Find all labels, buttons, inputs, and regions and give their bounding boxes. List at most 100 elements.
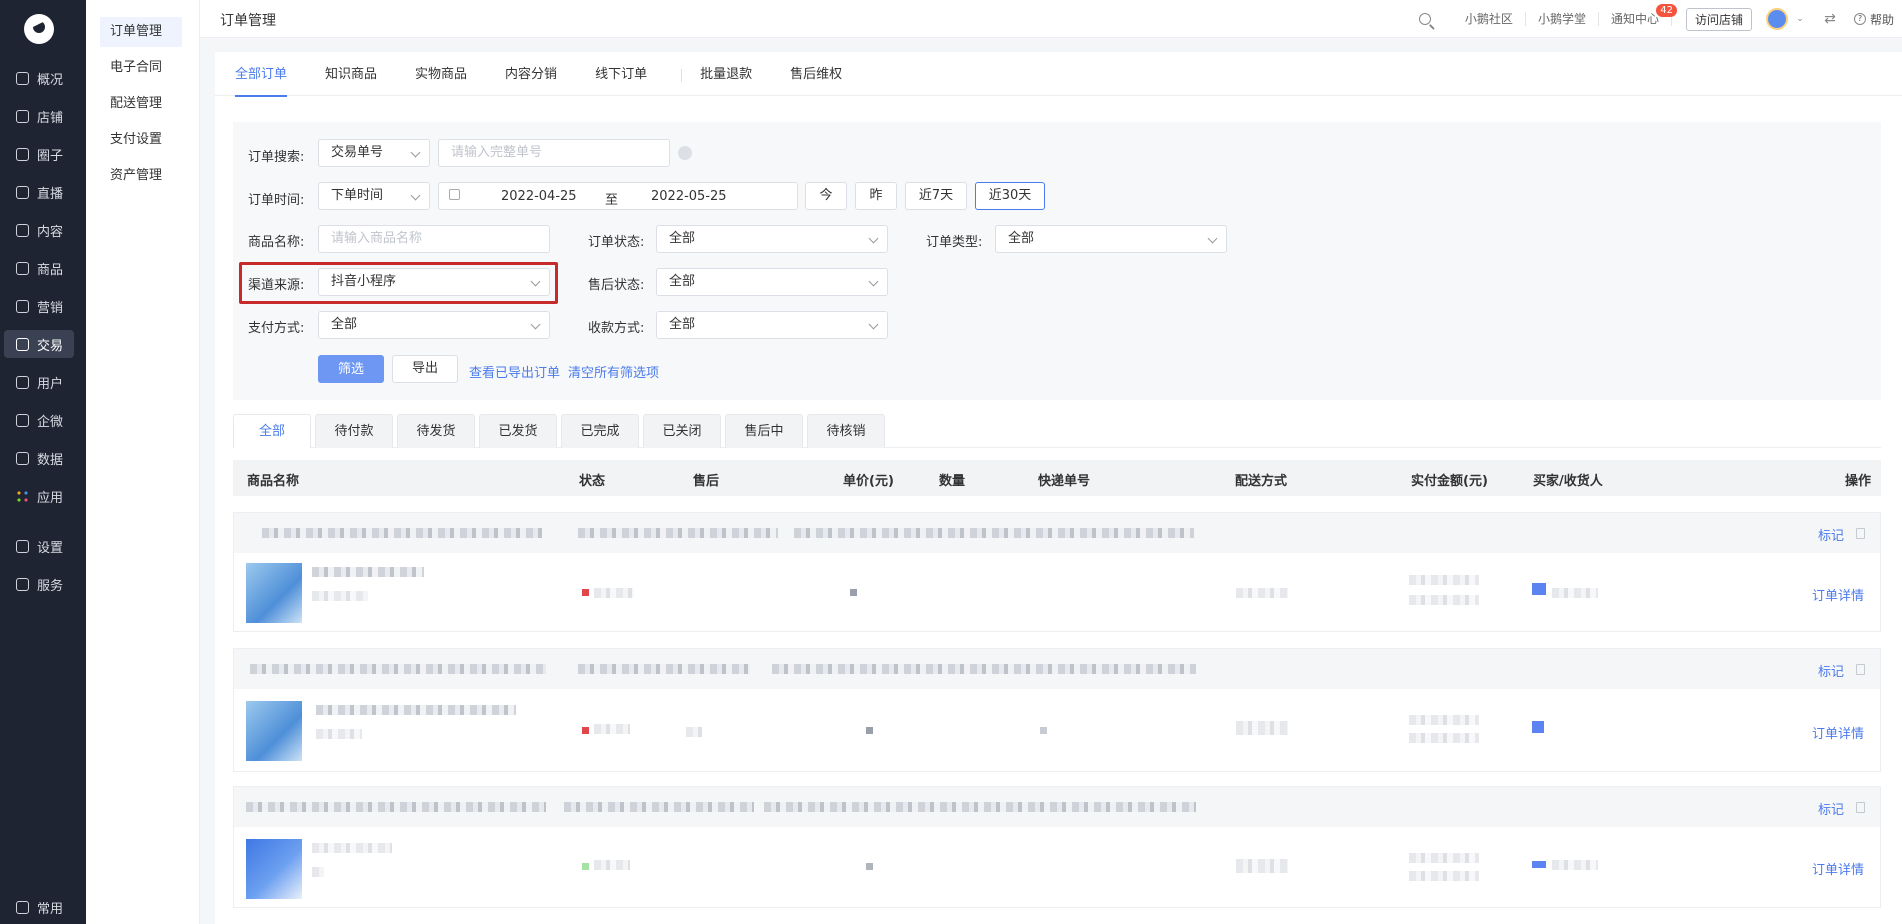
time-type-select[interactable]: 下单时间	[318, 182, 430, 210]
mark-button[interactable]: 标记	[1818, 525, 1844, 544]
chevron-down-icon[interactable]: ⌄	[1790, 9, 1810, 29]
aftersale-status-select[interactable]: 全部	[656, 268, 888, 296]
service-icon	[16, 577, 29, 591]
school-link[interactable]: 小鹅学堂	[1526, 12, 1599, 26]
blurred-text	[1552, 588, 1598, 598]
sidebar-item-content[interactable]: 内容	[4, 216, 74, 244]
top-bar: 订单管理 小鹅社区 小鹅学堂 通知中心 42 访问店铺 ⌄ ⇄ ? 帮助	[200, 0, 1902, 38]
aftersale-status-label: 售后状态:	[588, 278, 645, 293]
blurred-text	[866, 863, 873, 870]
sidebar-item-overview[interactable]: 概况	[4, 64, 74, 92]
pay-method-select[interactable]: 全部	[318, 311, 550, 339]
subnav-item-order-management[interactable]: 订单管理	[100, 17, 182, 47]
time-type-value: 下单时间	[331, 188, 384, 203]
sidebar-item-wecom[interactable]: 企微	[4, 406, 74, 434]
sidebar-item-data[interactable]: 数据	[4, 444, 74, 472]
collect-method-select[interactable]: 全部	[656, 311, 888, 339]
quick-7days-button[interactable]: 近7天	[905, 182, 967, 210]
tab-all-orders[interactable]: 全部订单	[235, 52, 303, 97]
notice-center-label: 通知中心	[1610, 12, 1659, 26]
date-range-picker[interactable]: 2022-04-25 至 2022-05-25	[438, 182, 798, 210]
quick-yesterday-button[interactable]: 昨	[855, 182, 897, 210]
tab-divider	[681, 69, 683, 82]
order-detail-link[interactable]: 订单详情	[1812, 585, 1864, 604]
clear-filters-link[interactable]: 清空所有筛选项	[568, 362, 659, 381]
status-tab-shipped[interactable]: 已发货	[479, 414, 557, 448]
search-type-select[interactable]: 交易单号	[318, 139, 430, 167]
logo-icon[interactable]	[24, 14, 54, 44]
sidebar-item-marketing[interactable]: 营销	[4, 292, 74, 320]
order-detail-link[interactable]: 订单详情	[1812, 859, 1864, 878]
menu-list-icon	[16, 900, 29, 914]
sidebar-item-product[interactable]: 商品	[4, 254, 74, 282]
col-status: 状态	[579, 474, 606, 489]
tab-knowledge-products[interactable]: 知识商品	[325, 52, 393, 96]
view-exported-link[interactable]: 查看已导出订单	[469, 362, 560, 381]
sidebar-item-apps[interactable]: 应用	[4, 482, 74, 510]
sidebar-item-user[interactable]: 用户	[4, 368, 74, 396]
col-buyer: 买家/收货人	[1533, 474, 1603, 489]
product-name-input[interactable]: 请输入商品名称	[318, 225, 550, 253]
blurred-text	[1552, 860, 1598, 870]
blurred-text	[772, 664, 1196, 674]
order-status-select[interactable]: 全部	[656, 225, 888, 253]
status-tab-completed[interactable]: 已完成	[561, 414, 639, 448]
status-tab-closed[interactable]: 已关闭	[643, 414, 721, 448]
sidebar-item-circle[interactable]: 圈子	[4, 140, 74, 168]
search-icon[interactable]	[1415, 9, 1435, 29]
switch-icon[interactable]: ⇄	[1820, 9, 1840, 29]
status-tab-pending-verify[interactable]: 待核销	[807, 414, 885, 448]
sidebar-item-label: 营销	[37, 300, 64, 316]
status-tab-pending-payment[interactable]: 待付款	[315, 414, 393, 448]
sidebar-item-live[interactable]: 直播	[4, 178, 74, 206]
flag-icon[interactable]	[1856, 802, 1865, 813]
blurred-text	[866, 727, 873, 734]
pay-method-value: 全部	[331, 317, 358, 332]
mark-button[interactable]: 标记	[1818, 799, 1844, 818]
community-link[interactable]: 小鹅社区	[1453, 12, 1526, 26]
blurred-text	[850, 589, 857, 596]
quick-today-button[interactable]: 今	[805, 182, 847, 210]
top-right-actions: 小鹅社区 小鹅学堂 通知中心 42 访问店铺 ⌄ ⇄ ? 帮助	[1415, 0, 1902, 38]
blurred-text	[578, 664, 750, 674]
sidebar-item-settings[interactable]: 设置	[4, 532, 74, 560]
sidebar-item-label: 商品	[37, 262, 64, 278]
order-status-label: 订单状态:	[588, 235, 645, 250]
product-thumbnail	[246, 563, 302, 623]
tab-offline-orders[interactable]: 线下订单	[595, 52, 663, 96]
order-detail-link[interactable]: 订单详情	[1812, 723, 1864, 742]
sidebar-item-store[interactable]: 店铺	[4, 102, 74, 130]
flag-icon[interactable]	[1856, 528, 1865, 539]
secondary-sidebar: 订单管理 电子合同 配送管理 支付设置 资产管理	[86, 0, 200, 924]
sidebar-item-trade[interactable]: 交易	[4, 330, 74, 358]
visit-store-button[interactable]: 访问店铺	[1685, 7, 1752, 31]
order-number-input[interactable]: 请输入完整单号	[438, 139, 670, 167]
export-button[interactable]: 导出	[392, 355, 458, 383]
notice-center-link[interactable]: 通知中心 42	[1599, 4, 1677, 26]
quick-30days-button[interactable]: 近30天	[975, 182, 1045, 210]
sidebar-item-label: 店铺	[37, 110, 64, 126]
status-tab-all[interactable]: 全部	[233, 414, 311, 448]
chevron-down-icon	[868, 276, 879, 287]
order-type-select[interactable]: 全部	[995, 225, 1227, 253]
tab-batch-refund[interactable]: 批量退款	[700, 52, 768, 96]
flag-icon[interactable]	[1856, 664, 1865, 675]
apps-icon	[16, 489, 29, 503]
blurred-text	[312, 867, 324, 877]
tab-content-distribution[interactable]: 内容分销	[505, 52, 573, 96]
status-tab-pending-shipment[interactable]: 待发货	[397, 414, 475, 448]
tab-physical-products[interactable]: 实物商品	[415, 52, 483, 96]
sidebar-item-service[interactable]: 服务	[4, 570, 74, 598]
avatar[interactable]	[1765, 8, 1788, 30]
mark-button[interactable]: 标记	[1818, 661, 1844, 680]
help-link[interactable]: ? 帮助	[1853, 11, 1894, 28]
info-icon[interactable]	[678, 146, 692, 160]
status-tab-after-sales[interactable]: 售后中	[725, 414, 803, 448]
tab-after-sales[interactable]: 售后维权	[790, 52, 858, 96]
col-actions: 操作	[1845, 474, 1872, 489]
order-tabs: 全部订单 知识商品 实物商品 内容分销 线下订单 批量退款 售后维权	[215, 52, 1902, 97]
sidebar-item-common[interactable]: 常用	[4, 893, 74, 921]
sidebar-item-label: 圈子	[37, 148, 64, 164]
blurred-text	[1236, 859, 1288, 873]
filter-button[interactable]: 筛选	[318, 355, 384, 383]
